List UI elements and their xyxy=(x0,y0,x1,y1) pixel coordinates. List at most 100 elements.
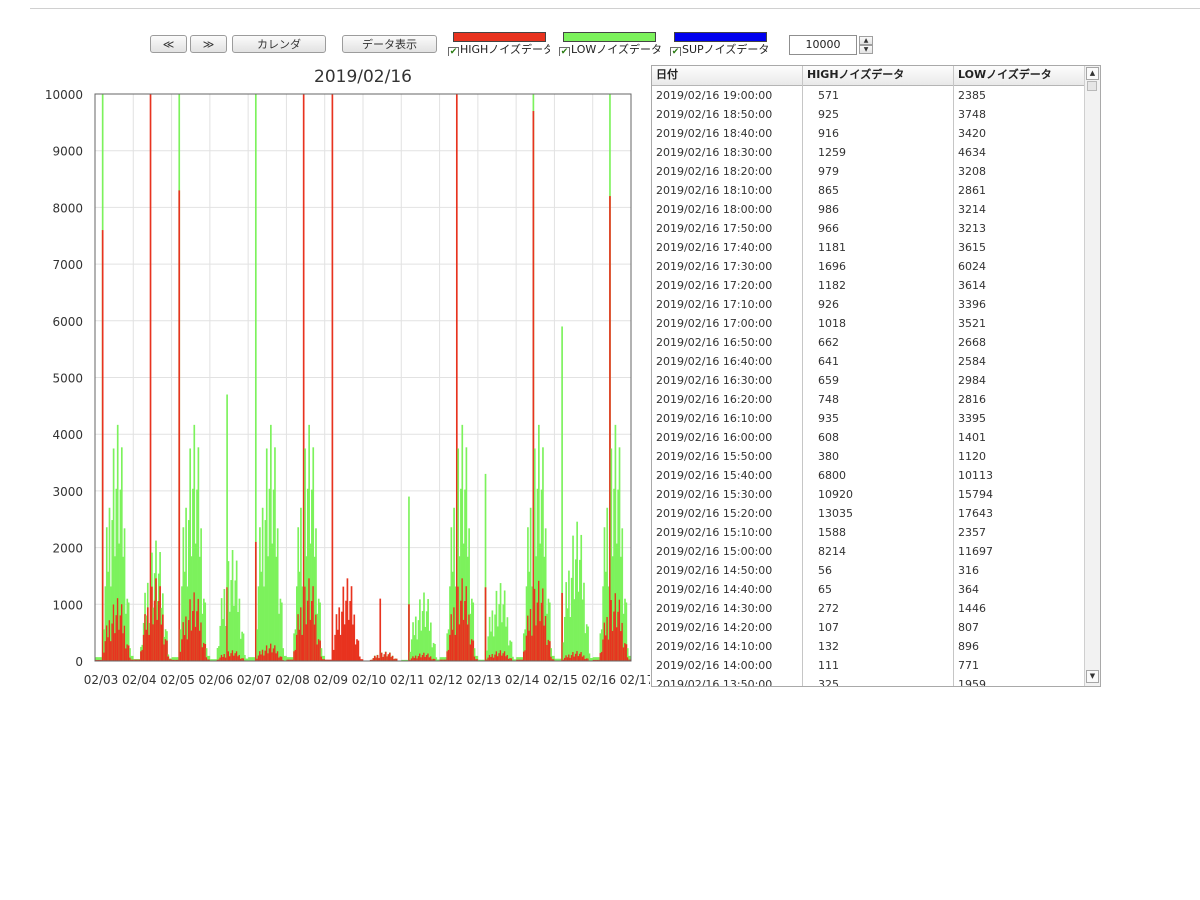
table-row[interactable]: 2019/02/16 17:10:00 926 3396 xyxy=(652,295,1085,314)
cell-date: 2019/02/16 16:00:00 xyxy=(656,431,773,444)
table-row[interactable]: 2019/02/16 14:50:00 56 316 xyxy=(652,561,1085,580)
spin-up-icon[interactable]: ▲ xyxy=(859,36,873,45)
table-row[interactable]: 2019/02/16 16:30:00 659 2984 xyxy=(652,371,1085,390)
table-row[interactable]: 2019/02/16 16:00:00 608 1401 xyxy=(652,428,1085,447)
table-row[interactable]: 2019/02/16 18:10:00 865 2861 xyxy=(652,181,1085,200)
table-row[interactable]: 2019/02/16 17:40:00 1181 3615 xyxy=(652,238,1085,257)
cell-low: 6024 xyxy=(958,260,986,273)
sup-noise-toggle[interactable]: ✔ SUPノイズデータ xyxy=(670,43,776,56)
cell-date: 2019/02/16 16:40:00 xyxy=(656,355,773,368)
scroll-up-icon[interactable]: ▲ xyxy=(1086,67,1099,80)
cell-date: 2019/02/16 16:50:00 xyxy=(656,336,773,349)
cell-low: 3420 xyxy=(958,127,986,140)
table-row[interactable]: 2019/02/16 14:20:00 107 807 xyxy=(652,618,1085,637)
cell-high: 1018 xyxy=(818,317,846,330)
table-row[interactable]: 2019/02/16 15:40:00 6800 10113 xyxy=(652,466,1085,485)
table-row[interactable]: 2019/02/16 19:00:00 571 2385 xyxy=(652,86,1085,105)
x-tick-label: 02/04 xyxy=(122,673,157,687)
cell-high: 6800 xyxy=(818,469,846,482)
table-row[interactable]: 2019/02/16 13:50:00 325 1959 xyxy=(652,675,1085,686)
table-row[interactable]: 2019/02/16 18:20:00 979 3208 xyxy=(652,162,1085,181)
cell-low: 3213 xyxy=(958,222,986,235)
cell-low: 4634 xyxy=(958,146,986,159)
cell-high: 107 xyxy=(818,621,839,634)
cell-low: 316 xyxy=(958,564,979,577)
scroll-thumb[interactable] xyxy=(1087,81,1097,91)
table-body: 2019/02/16 19:00:00 571 2385 2019/02/16 18:… xyxy=(652,86,1085,686)
cell-low: 2984 xyxy=(958,374,986,387)
cell-low: 2668 xyxy=(958,336,986,349)
cell-high: 865 xyxy=(818,184,839,197)
table-row[interactable]: 2019/02/16 15:50:00 380 1120 xyxy=(652,447,1085,466)
table-row[interactable]: 2019/02/16 15:00:00 8214 11697 xyxy=(652,542,1085,561)
x-tick-label: 02/16 xyxy=(581,673,616,687)
cell-high: 380 xyxy=(818,450,839,463)
header-date[interactable]: 日付 xyxy=(652,66,802,85)
table-row[interactable]: 2019/02/16 15:20:00 13035 17643 xyxy=(652,504,1085,523)
x-tick-label: 02/11 xyxy=(390,673,425,687)
cell-low: 1959 xyxy=(958,678,986,686)
cell-high: 641 xyxy=(818,355,839,368)
table-row[interactable]: 2019/02/16 14:40:00 65 364 xyxy=(652,580,1085,599)
vertical-scrollbar[interactable]: ▲ ▼ xyxy=(1084,66,1100,686)
spin-down-icon[interactable]: ▼ xyxy=(859,45,873,54)
cell-high: 56 xyxy=(818,564,832,577)
table-row[interactable]: 2019/02/16 16:40:00 641 2584 xyxy=(652,352,1085,371)
table-row[interactable]: 2019/02/16 17:20:00 1182 3614 xyxy=(652,276,1085,295)
y-tick-label: 3000 xyxy=(52,485,83,499)
cell-high: 13035 xyxy=(818,507,853,520)
header-high[interactable]: HIGHノイズデータ xyxy=(803,66,953,85)
table-row[interactable]: 2019/02/16 14:00:00 111 771 xyxy=(652,656,1085,675)
cell-high: 1588 xyxy=(818,526,846,539)
table-row[interactable]: 2019/02/16 14:10:00 132 896 xyxy=(652,637,1085,656)
cell-high: 111 xyxy=(818,659,839,672)
cell-date: 2019/02/16 15:00:00 xyxy=(656,545,773,558)
cell-low: 15794 xyxy=(958,488,993,501)
table-row[interactable]: 2019/02/16 17:00:00 1018 3521 xyxy=(652,314,1085,333)
cell-date: 2019/02/16 18:50:00 xyxy=(656,108,773,121)
table-row[interactable]: 2019/02/16 16:50:00 662 2668 xyxy=(652,333,1085,352)
cell-date: 2019/02/16 17:00:00 xyxy=(656,317,773,330)
sup-noise-legend-swatch xyxy=(674,32,767,42)
cell-date: 2019/02/16 16:20:00 xyxy=(656,393,773,406)
cell-low: 807 xyxy=(958,621,979,634)
x-tick-label: 02/13 xyxy=(467,673,502,687)
cell-date: 2019/02/16 15:10:00 xyxy=(656,526,773,539)
cell-date: 2019/02/16 15:20:00 xyxy=(656,507,773,520)
cell-high: 979 xyxy=(818,165,839,178)
y-tick-label: 0 xyxy=(75,655,83,669)
table-row[interactable]: 2019/02/16 18:00:00 986 3214 xyxy=(652,200,1085,219)
x-tick-label: 02/06 xyxy=(199,673,234,687)
table-row[interactable]: 2019/02/16 17:50:00 966 3213 xyxy=(652,219,1085,238)
max-value-input[interactable]: 10000 xyxy=(789,35,857,55)
max-value-spinner[interactable]: 10000 ▲ ▼ xyxy=(789,35,875,55)
cell-date: 2019/02/16 18:30:00 xyxy=(656,146,773,159)
cell-high: 986 xyxy=(818,203,839,216)
cell-high: 608 xyxy=(818,431,839,444)
table-row[interactable]: 2019/02/16 17:30:00 1696 6024 xyxy=(652,257,1085,276)
cell-high: 10920 xyxy=(818,488,853,501)
checkbox-icon[interactable]: ✔ xyxy=(670,47,681,56)
cell-high: 1182 xyxy=(818,279,846,292)
table-row[interactable]: 2019/02/16 16:20:00 748 2816 xyxy=(652,390,1085,409)
table-row[interactable]: 2019/02/16 15:30:00 10920 15794 xyxy=(652,485,1085,504)
header-low[interactable]: LOWノイズデータ xyxy=(954,66,1085,85)
cell-date: 2019/02/16 17:40:00 xyxy=(656,241,773,254)
table-row[interactable]: 2019/02/16 18:40:00 916 3420 xyxy=(652,124,1085,143)
cell-date: 2019/02/16 15:30:00 xyxy=(656,488,773,501)
y-tick-label: 10000 xyxy=(45,88,83,102)
x-tick-label: 02/08 xyxy=(275,673,310,687)
cell-low: 3395 xyxy=(958,412,986,425)
table-row[interactable]: 2019/02/16 15:10:00 1588 2357 xyxy=(652,523,1085,542)
cell-low: 3214 xyxy=(958,203,986,216)
table-row[interactable]: 2019/02/16 14:30:00 272 1446 xyxy=(652,599,1085,618)
cell-date: 2019/02/16 17:30:00 xyxy=(656,260,773,273)
scroll-down-icon[interactable]: ▼ xyxy=(1086,670,1099,683)
cell-high: 659 xyxy=(818,374,839,387)
cell-low: 364 xyxy=(958,583,979,596)
noise-bar-chart: 0 1000 2000 3000 4000 5000 6000 7000 8000 9000 100… xyxy=(45,88,650,687)
table-row[interactable]: 2019/02/16 18:50:00 925 3748 xyxy=(652,105,1085,124)
table-row[interactable]: 2019/02/16 16:10:00 935 3395 xyxy=(652,409,1085,428)
cell-high: 916 xyxy=(818,127,839,140)
table-row[interactable]: 2019/02/16 18:30:00 1259 4634 xyxy=(652,143,1085,162)
